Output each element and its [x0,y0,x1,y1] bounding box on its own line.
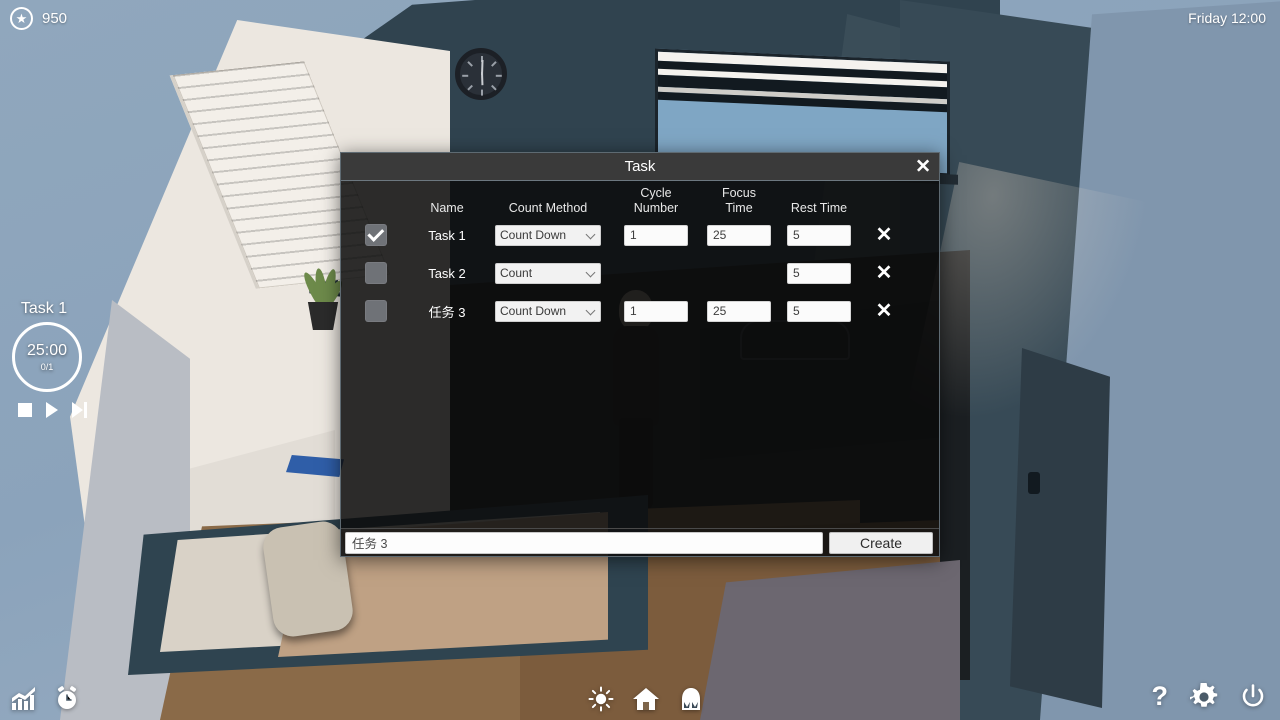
delete-task-button[interactable]: ✕ [876,263,893,283]
character-icon[interactable] [678,686,704,712]
currency-display: ★ 950 [10,7,67,30]
task-enabled-checkbox[interactable] [365,262,387,284]
stop-icon[interactable] [18,403,32,417]
rest-time-input[interactable]: 5 [787,300,851,322]
home-icon[interactable] [632,686,660,712]
cycle-number-input[interactable]: 1 [624,224,688,246]
rug [700,560,960,720]
task-list: Task 1 Count Down 1 25 5 ✕ Task 2 Count … [341,215,939,326]
timer-ring: 25:00 0/1 [12,322,82,392]
task-timer-widget: Task 1 25:00 0/1 [6,300,126,418]
timer-task-name: Task 1 [20,300,68,317]
new-task-name-input[interactable]: 任务 3 [345,531,823,554]
table-row: 任务 3 Count Down 1 25 5 ✕ [341,296,939,326]
column-header-focus-time: Focus Time [721,186,757,215]
task-name: 任务 3 [428,304,466,320]
task-enabled-checkbox[interactable] [365,224,387,246]
power-icon[interactable] [1240,683,1266,710]
wall-clock-icon [455,48,507,100]
timer-cycle-progress: 0/1 [40,361,54,372]
delete-task-button[interactable]: ✕ [876,225,893,245]
table-row: Task 2 Count 5 ✕ [341,258,939,288]
chevron-down-icon [585,305,596,315]
column-header-name: Name [430,200,464,215]
task-enabled-checkbox[interactable] [365,300,387,322]
rest-time-input[interactable]: 5 [787,224,851,246]
coin-amount: 950 [42,10,68,27]
count-method-select[interactable]: Count Down [495,300,601,322]
skip-next-icon[interactable] [72,402,87,418]
column-header-rest-time: Rest Time [790,200,848,215]
table-header: Name Count Method Cycle Number Focus Time … [341,181,939,215]
task-name: Task 1 [428,227,466,243]
table-row: Task 1 Count Down 1 25 5 ✕ [341,220,939,250]
coin-star-icon: ★ [10,7,33,30]
task-dialog: Task ✕ Name Count Method Cycle Number Foc… [340,152,940,557]
count-method-select[interactable]: Count Down [495,224,601,246]
task-name: Task 2 [428,265,466,281]
play-icon[interactable] [46,402,58,418]
dialog-body: Name Count Method Cycle Number Focus Time … [341,181,939,528]
dialog-footer: 任务 3 Create [341,528,939,556]
column-header-count-method: Count Method [508,200,588,215]
help-icon[interactable]: ? [1152,681,1169,712]
cycle-number-input[interactable]: 1 [624,300,688,322]
column-header-cycle-number: Cycle Number [633,186,679,215]
focus-time-input[interactable]: 25 [707,300,771,322]
door [1010,348,1110,708]
create-button[interactable]: Create [829,531,933,554]
delete-task-button[interactable]: ✕ [876,301,893,321]
chevron-down-icon [585,229,596,239]
focus-time-input[interactable]: 25 [707,224,771,246]
clock-display: Friday 12:00 [1188,10,1266,26]
brightness-icon[interactable] [588,686,614,712]
chevron-down-icon [585,267,596,277]
timer-remaining: 25:00 [26,341,68,359]
bottom-center-toolbar [588,686,704,712]
rest-time-input[interactable]: 5 [787,262,851,284]
timer-controls [18,402,126,418]
alarm-clock-icon[interactable] [54,686,80,712]
door-knob [1028,472,1040,494]
bottom-left-toolbar [10,686,80,712]
dialog-title-bar: Task ✕ [341,153,939,181]
settings-gear-icon[interactable] [1190,682,1218,711]
count-method-select[interactable]: Count [495,262,601,284]
bottom-right-toolbar: ? [1152,681,1267,712]
dialog-title: Task [624,158,656,175]
statistics-icon[interactable] [10,686,38,712]
close-icon[interactable]: ✕ [915,157,931,176]
